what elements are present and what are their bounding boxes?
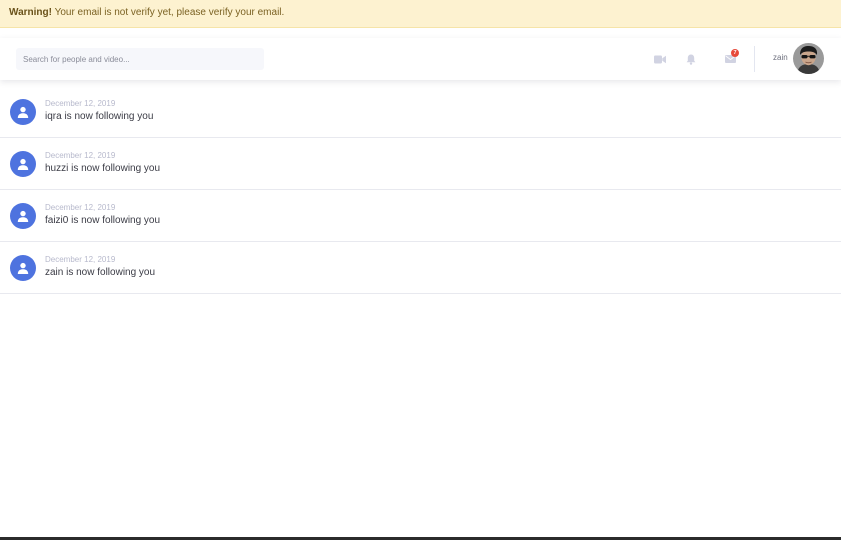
messages-count-badge: 7 <box>731 49 739 57</box>
topbar-divider <box>754 46 755 72</box>
notification-item[interactable]: December 12, 2019 zain is now following … <box>0 242 841 294</box>
user-icon <box>10 99 36 125</box>
notification-message: zain is now following you <box>45 267 156 278</box>
notification-item[interactable]: December 12, 2019 huzzi is now following… <box>0 138 841 190</box>
notification-item[interactable]: December 12, 2019 faizi0 is now followin… <box>0 190 841 242</box>
video-camera-icon[interactable] <box>652 51 668 67</box>
top-navbar: 7 zain <box>0 38 841 80</box>
search-input[interactable] <box>16 48 264 70</box>
bell-icon[interactable] <box>683 51 699 67</box>
email-warning-banner: Warning! Your email is not verify yet, p… <box>0 0 841 28</box>
notification-date: December 12, 2019 <box>45 99 116 108</box>
notification-message: iqra is now following you <box>45 111 154 122</box>
notification-date: December 12, 2019 <box>45 255 116 264</box>
notification-message: huzzi is now following you <box>45 163 161 174</box>
username-label[interactable]: zain <box>773 53 788 62</box>
envelope-icon[interactable]: 7 <box>722 49 739 67</box>
user-icon <box>10 255 36 281</box>
notification-list: December 12, 2019 iqra is now following … <box>0 86 841 294</box>
notification-item[interactable]: December 12, 2019 iqra is now following … <box>0 86 841 138</box>
user-avatar[interactable] <box>793 43 824 74</box>
user-icon <box>10 203 36 229</box>
warning-text: Your email is not verify yet, please ver… <box>51 7 285 18</box>
notification-date: December 12, 2019 <box>45 151 116 160</box>
notification-message: faizi0 is now following you <box>45 215 161 226</box>
user-icon <box>10 151 36 177</box>
warning-label: Warning! <box>9 7 52 18</box>
notification-date: December 12, 2019 <box>45 203 116 212</box>
